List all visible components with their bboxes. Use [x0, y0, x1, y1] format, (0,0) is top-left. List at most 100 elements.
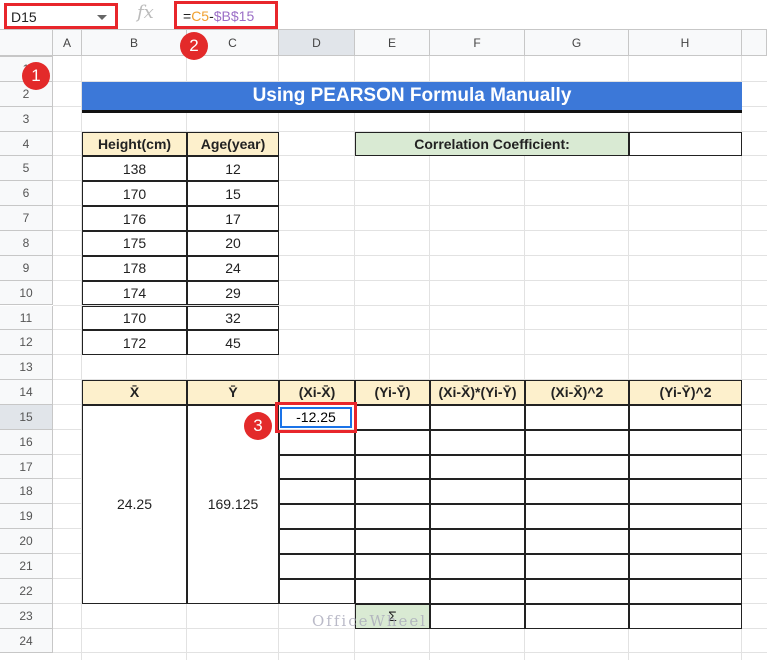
data-cell[interactable]: 138	[82, 156, 187, 182]
data-cell[interactable]: 175	[82, 230, 187, 256]
calc-header-5[interactable]: (Xi-X̄)^2	[525, 380, 629, 405]
row-header-23[interactable]: 23	[0, 603, 53, 629]
calc-cell[interactable]	[279, 529, 355, 554]
calc-cell[interactable]	[629, 404, 742, 430]
data-header-1[interactable]: Age(year)	[187, 131, 279, 157]
row-header-14[interactable]: 14	[0, 380, 53, 405]
data-cell[interactable]: 172	[82, 330, 187, 356]
row-header-15[interactable]: 15	[0, 404, 53, 430]
data-cell[interactable]: 32	[187, 305, 279, 331]
active-cell[interactable]: -12.25	[280, 406, 352, 428]
data-cell[interactable]: 12	[187, 156, 279, 182]
data-cell[interactable]: 45	[187, 330, 279, 356]
calc-cell[interactable]	[525, 404, 629, 430]
chevron-down-icon[interactable]	[97, 15, 107, 20]
calc-cell[interactable]	[355, 479, 430, 505]
row-header-24[interactable]: 24	[0, 628, 53, 654]
sum-row-cell[interactable]	[525, 603, 629, 629]
data-cell[interactable]: 174	[82, 280, 187, 306]
row-header-20[interactable]: 20	[0, 529, 53, 554]
calc-cell[interactable]	[629, 454, 742, 480]
active-cell-highlight[interactable]: -12.25	[275, 401, 357, 433]
calc-cell[interactable]	[430, 404, 525, 430]
column-header-a[interactable]: A	[53, 30, 82, 56]
data-header-0[interactable]: Height(cm)	[82, 131, 187, 157]
calc-cell[interactable]	[355, 504, 430, 530]
calc-cell[interactable]	[355, 454, 430, 480]
column-header-f[interactable]: F	[430, 30, 525, 56]
column-header-more[interactable]	[742, 30, 767, 56]
sum-row-cell[interactable]	[629, 603, 742, 629]
column-header-b[interactable]: B	[82, 30, 187, 56]
row-header-13[interactable]: 13	[0, 355, 53, 381]
calc-cell[interactable]	[279, 479, 355, 505]
calc-cell[interactable]	[525, 529, 629, 554]
calc-cell[interactable]	[430, 554, 525, 579]
row-header-18[interactable]: 18	[0, 479, 53, 505]
calc-cell[interactable]	[355, 554, 430, 579]
row-header-21[interactable]: 21	[0, 554, 53, 579]
calc-cell[interactable]	[629, 479, 742, 505]
row-header-12[interactable]: 12	[0, 330, 53, 356]
calc-cell[interactable]	[430, 454, 525, 480]
calc-cell[interactable]	[629, 529, 742, 554]
calc-cell[interactable]	[355, 404, 430, 430]
calc-cell[interactable]	[355, 529, 430, 554]
calc-cell[interactable]	[629, 578, 742, 604]
row-header-5[interactable]: 5	[0, 156, 53, 182]
calc-cell[interactable]	[279, 429, 355, 455]
calc-cell[interactable]	[525, 454, 629, 480]
data-cell[interactable]: 176	[82, 206, 187, 231]
calc-cell[interactable]	[430, 429, 525, 455]
calc-cell[interactable]	[525, 429, 629, 455]
x-mean-cell[interactable]: 24.25	[82, 404, 187, 604]
calc-cell[interactable]	[430, 504, 525, 530]
row-header-8[interactable]: 8	[0, 230, 53, 256]
row-header-22[interactable]: 22	[0, 578, 53, 604]
calc-cell[interactable]	[430, 578, 525, 604]
calc-cell[interactable]	[430, 479, 525, 505]
data-cell[interactable]: 15	[187, 181, 279, 207]
column-header-e[interactable]: E	[355, 30, 430, 56]
row-header-19[interactable]: 19	[0, 504, 53, 530]
calc-cell[interactable]	[279, 454, 355, 480]
calc-cell[interactable]	[279, 554, 355, 579]
calc-cell[interactable]	[629, 554, 742, 579]
select-all-corner[interactable]	[0, 30, 53, 56]
row-header-17[interactable]: 17	[0, 454, 53, 480]
calc-cell[interactable]	[525, 504, 629, 530]
row-header-6[interactable]: 6	[0, 181, 53, 207]
data-cell[interactable]: 17	[187, 206, 279, 231]
sum-row-cell[interactable]	[430, 603, 525, 629]
column-header-d[interactable]: D	[279, 30, 355, 56]
data-cell[interactable]: 170	[82, 181, 187, 207]
data-cell[interactable]: 20	[187, 230, 279, 256]
calc-cell[interactable]	[629, 504, 742, 530]
formula-input[interactable]: =C5-$B$15	[174, 1, 278, 29]
calc-cell[interactable]	[525, 578, 629, 604]
calc-cell[interactable]	[525, 554, 629, 579]
correlation-label[interactable]: Correlation Coefficient:	[355, 131, 629, 157]
correlation-value[interactable]	[629, 131, 742, 157]
row-header-16[interactable]: 16	[0, 429, 53, 455]
row-header-10[interactable]: 10	[0, 280, 53, 306]
calc-cell[interactable]	[279, 504, 355, 530]
row-header-3[interactable]: 3	[0, 106, 53, 132]
row-header-11[interactable]: 11	[0, 305, 53, 331]
calc-cell[interactable]	[279, 578, 355, 604]
data-cell[interactable]: 170	[82, 305, 187, 331]
row-header-9[interactable]: 9	[0, 255, 53, 281]
data-cell[interactable]: 29	[187, 280, 279, 306]
calc-cell[interactable]	[355, 429, 430, 455]
row-header-7[interactable]: 7	[0, 206, 53, 231]
calc-header-1[interactable]: Ȳ	[187, 380, 279, 405]
name-box[interactable]: D15	[4, 3, 118, 29]
calc-cell[interactable]	[525, 479, 629, 505]
column-header-g[interactable]: G	[525, 30, 629, 56]
calc-cell[interactable]	[430, 529, 525, 554]
calc-cell[interactable]	[355, 578, 430, 604]
calc-header-3[interactable]: (Yi-Ȳ)	[355, 380, 430, 405]
calc-header-6[interactable]: (Yi-Ȳ)^2	[629, 380, 742, 405]
row-header-4[interactable]: 4	[0, 131, 53, 157]
calc-header-4[interactable]: (Xi-X̄)*(Yi-Ȳ)	[430, 380, 525, 405]
